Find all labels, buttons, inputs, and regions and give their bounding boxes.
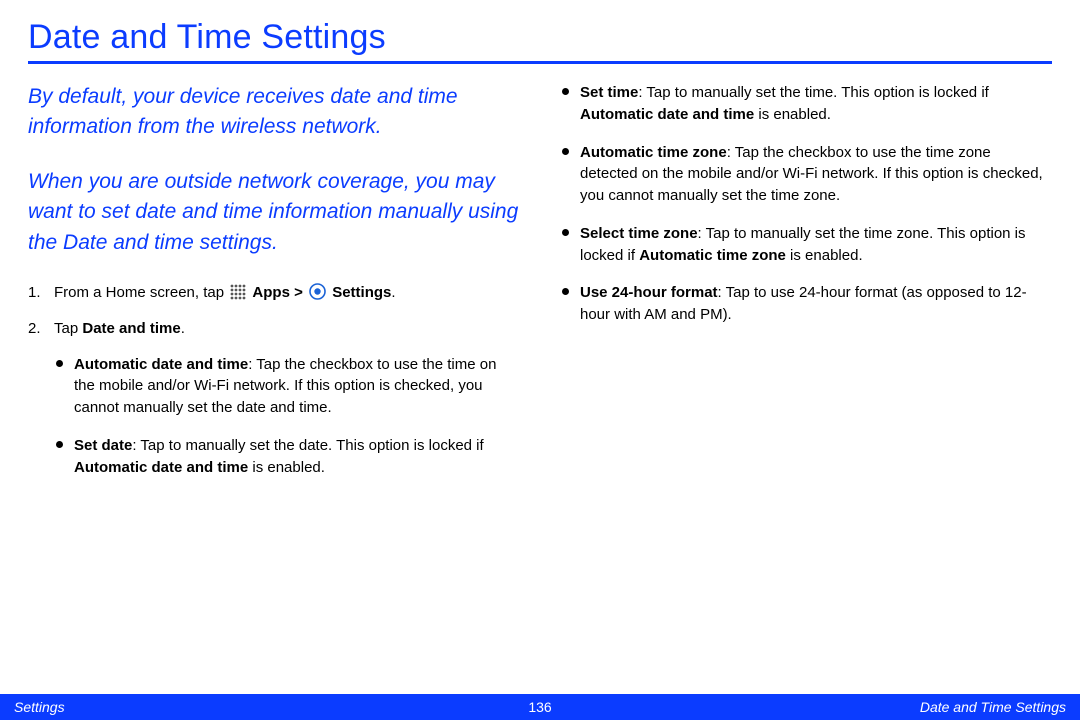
bullet-auto-date-time: Automatic date and time: Tap the checkbo…	[54, 354, 520, 419]
right-bullets: Set time: Tap to manually set the time. …	[560, 82, 1052, 326]
footer-left: Settings	[14, 699, 528, 715]
bullet-set-date: Set date: Tap to manually set the date. …	[54, 435, 520, 479]
left-column: By default, your device receives date an…	[28, 82, 520, 494]
bullet-bold2: Automatic date and time	[74, 459, 248, 476]
intro-paragraph-1: By default, your device receives date an…	[28, 82, 520, 143]
bullet-text2: is enabled.	[754, 106, 831, 123]
bullet-label: Use 24-hour format	[580, 284, 718, 301]
bullet-bold2: Automatic time zone	[639, 247, 786, 264]
steps-list: From a Home screen, tap Apps > Settings.…	[28, 282, 520, 340]
step-1-suffix: .	[391, 284, 395, 301]
bullet-label: Select time zone	[580, 225, 698, 242]
content-columns: By default, your device receives date an…	[28, 82, 1052, 494]
left-bullets: Automatic date and time: Tap the checkbo…	[28, 354, 520, 479]
page-title: Date and Time Settings	[28, 18, 1052, 64]
bullet-auto-time-zone: Automatic time zone: Tap the checkbox to…	[560, 142, 1052, 207]
step-1-settings-label: Settings	[332, 284, 391, 301]
step-2-bold: Date and time	[82, 320, 180, 337]
bullet-text: : Tap to manually set the time. This opt…	[638, 84, 988, 101]
step-1: From a Home screen, tap Apps > Settings.	[28, 282, 520, 304]
footer-right: Date and Time Settings	[552, 699, 1066, 715]
bullet-set-time: Set time: Tap to manually set the time. …	[560, 82, 1052, 126]
step-1-gt: >	[290, 284, 307, 301]
bullet-text: : Tap to manually set the date. This opt…	[132, 437, 483, 454]
bullet-24-hour-format: Use 24-hour format: Tap to use 24-hour f…	[560, 282, 1052, 326]
intro-paragraph-2: When you are outside network coverage, y…	[28, 167, 520, 258]
footer-page-number: 136	[528, 699, 551, 715]
bullet-label: Automatic time zone	[580, 144, 727, 161]
bullet-label: Automatic date and time	[74, 356, 248, 373]
step-2-suffix: .	[181, 320, 185, 337]
step-1-text-prefix: From a Home screen, tap	[54, 284, 228, 301]
bullet-select-time-zone: Select time zone: Tap to manually set th…	[560, 223, 1052, 267]
step-2-prefix: Tap	[54, 320, 82, 337]
page-footer: Settings 136 Date and Time Settings	[0, 694, 1080, 720]
bullet-text2: is enabled.	[786, 247, 863, 264]
right-column: Set time: Tap to manually set the time. …	[560, 82, 1052, 494]
apps-grid-icon	[230, 284, 246, 300]
settings-gear-icon	[309, 283, 326, 300]
bullet-label: Set date	[74, 437, 132, 454]
bullet-label: Set time	[580, 84, 638, 101]
step-2: Tap Date and time.	[28, 318, 520, 340]
bullet-bold2: Automatic date and time	[580, 106, 754, 123]
bullet-text2: is enabled.	[248, 459, 325, 476]
step-1-apps-label: Apps	[252, 284, 290, 301]
